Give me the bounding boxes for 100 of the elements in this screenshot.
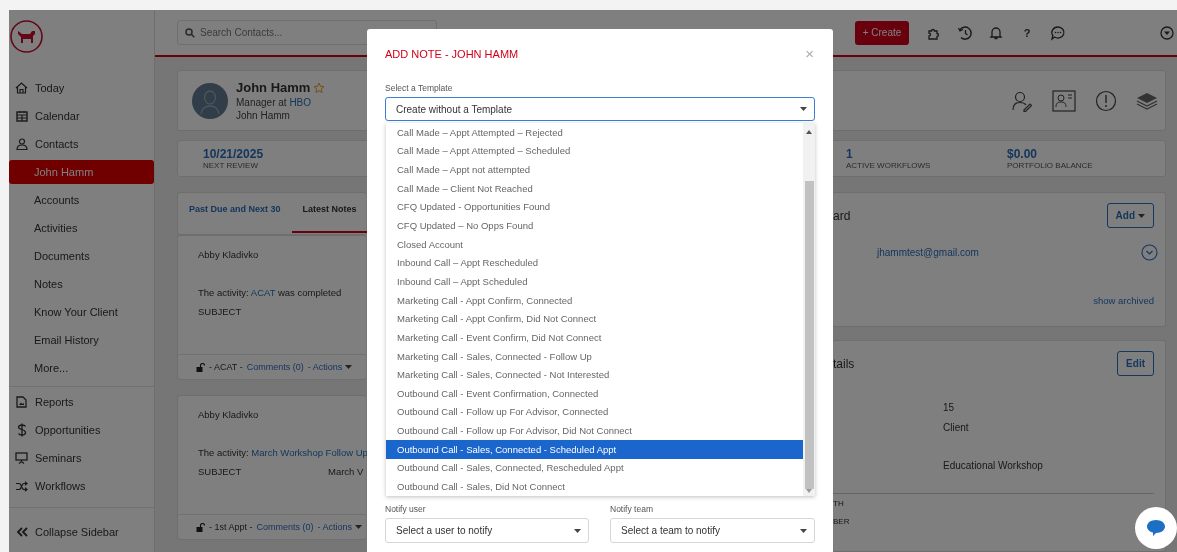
detail-value: Educational Workshop bbox=[943, 459, 1044, 473]
sidebar-item[interactable]: Opportunities bbox=[9, 416, 154, 444]
dropdown-option[interactable]: Marketing Call - Event Confirm, Did Not Connect bbox=[386, 328, 803, 347]
dropdown-option[interactable]: Call Made – Appt Attempted – Scheduled bbox=[386, 141, 803, 161]
close-button[interactable]: × bbox=[805, 47, 814, 61]
chat-icon[interactable] bbox=[1050, 24, 1066, 41]
sidebar-item[interactable]: Workflows bbox=[9, 472, 154, 500]
chevron-down-icon[interactable] bbox=[1141, 244, 1158, 261]
dropdown-option[interactable]: Marketing Call - Appt Confirm, Did Not Connect bbox=[386, 309, 803, 329]
email-link[interactable]: jhammtest@gmail.com bbox=[877, 247, 979, 258]
activity-link[interactable]: ACAT bbox=[250, 287, 276, 298]
caret-icon bbox=[345, 365, 353, 369]
sidebar-item[interactable]: Reports bbox=[9, 388, 154, 416]
sidebar-subitem[interactable]: Know Your Client bbox=[9, 300, 154, 324]
alert-icon[interactable] bbox=[1095, 89, 1117, 112]
dropdown-option[interactable]: Marketing Call - Sales, Connected - Follow Up bbox=[386, 346, 803, 366]
select-field[interactable]: Select a user to notify bbox=[385, 518, 589, 543]
sidebar-item[interactable]: Today bbox=[9, 74, 154, 102]
contact-name: John Hamm bbox=[236, 80, 311, 95]
comments-link[interactable]: Comments (0) bbox=[246, 362, 304, 372]
comments-link[interactable]: Comments (0) bbox=[256, 522, 314, 532]
sidebar-subitem[interactable]: Notes bbox=[9, 272, 154, 296]
sidebar-subitem[interactable]: More... bbox=[9, 356, 154, 380]
tab[interactable]: Past Due and Next 30 bbox=[178, 202, 292, 233]
dropdown-option[interactable]: Outbound Call - Sales, Connected - Scheduled Appt bbox=[386, 439, 803, 459]
star-icon[interactable] bbox=[313, 81, 326, 94]
speech-bubble-icon bbox=[1146, 519, 1166, 537]
card-title: tails bbox=[833, 356, 855, 371]
field-label: Notify team bbox=[610, 504, 654, 515]
dropdown-icon[interactable] bbox=[1160, 25, 1174, 40]
company-link[interactable]: HBO bbox=[289, 97, 312, 108]
activity-text: The activity: March Workshop Follow Up bbox=[198, 446, 366, 459]
create-button[interactable]: + Create bbox=[855, 20, 909, 45]
detail-value: 15 bbox=[943, 401, 956, 415]
note-author: Abby Kladivko bbox=[198, 248, 260, 261]
sidebar-item[interactable]: Calendar bbox=[9, 102, 154, 130]
contact-title: Manager at HBO bbox=[236, 97, 313, 108]
activity-link[interactable]: March Workshop Follow Up bbox=[251, 447, 368, 458]
dropdown-option[interactable]: Outbound Call - Event Confirmation, Connected bbox=[386, 383, 803, 403]
logo-icon[interactable] bbox=[10, 20, 43, 53]
subject-label: SUBJECT bbox=[198, 305, 243, 318]
note-tag: - 1st Appt - bbox=[209, 522, 253, 532]
dropdown-option[interactable]: Call Made – Client Not Reached bbox=[386, 178, 803, 198]
stat-label: ACTIVE WORKFLOWS bbox=[846, 160, 931, 171]
detail-value: Client bbox=[943, 421, 970, 435]
edit-button[interactable]: Edit bbox=[1117, 351, 1154, 376]
field-label: Notify user bbox=[385, 504, 427, 515]
sidebar-item[interactable]: Seminars bbox=[9, 444, 154, 472]
document-icon bbox=[16, 396, 27, 408]
select-field[interactable]: Select a team to notify bbox=[610, 518, 815, 543]
dropdown-option[interactable]: Outbound Call - Sales, Connected, Rescheduled Appt bbox=[386, 458, 803, 478]
sidebar-subitem[interactable]: Accounts bbox=[9, 188, 154, 212]
caret-icon bbox=[800, 107, 807, 111]
show-archived-link[interactable]: show archived bbox=[1093, 295, 1154, 306]
collapse-sidebar-button[interactable]: Collapse Sidebar bbox=[9, 518, 154, 546]
dropdown-option[interactable]: Call Made – Appt not attempted bbox=[386, 160, 803, 179]
stat-value: $0.00 bbox=[1007, 146, 1038, 161]
dropdown-option[interactable]: Marketing Call - Sales, Connected - Not Interested bbox=[386, 365, 803, 384]
note-author: Abby Kladivko bbox=[198, 408, 260, 421]
presentation-icon bbox=[15, 452, 28, 464]
contact-card-icon[interactable] bbox=[1052, 89, 1076, 112]
dropdown-option[interactable]: Call Made – Appt Attempted – Rejected bbox=[386, 123, 803, 142]
help-icon[interactable]: ? bbox=[1019, 26, 1035, 39]
sidebar-subitem[interactable]: Documents bbox=[9, 244, 154, 268]
actions-link[interactable]: - Actions bbox=[307, 362, 353, 372]
double-chevron-icon bbox=[15, 527, 28, 537]
caret-icon bbox=[800, 528, 807, 533]
bell-icon[interactable] bbox=[988, 24, 1004, 41]
layers-icon[interactable] bbox=[1136, 90, 1158, 111]
dropdown-option[interactable]: Closed Account bbox=[386, 234, 803, 254]
sidebar-subitem[interactable]: Activities bbox=[9, 216, 154, 240]
dropdown-option[interactable]: CFQ Updated – No Opps Found bbox=[386, 216, 803, 235]
shuffle-icon bbox=[15, 480, 28, 492]
dropdown-option[interactable]: Outbound Call - Follow up For Advisor, Did Not Connect bbox=[386, 421, 803, 440]
unlock-icon bbox=[196, 362, 205, 372]
sidebar-subitem[interactable]: Email History bbox=[9, 328, 154, 352]
dropdown-option[interactable]: Inbound Call – Appt Scheduled bbox=[386, 272, 803, 291]
dropdown-option[interactable]: Marketing Call - Appt Confirm, Connected bbox=[386, 290, 803, 310]
calendar-icon bbox=[15, 110, 28, 122]
dropdown-option[interactable]: Outbound Call - Sales, Did Not Connect bbox=[386, 477, 803, 496]
actions-link[interactable]: - Actions bbox=[317, 522, 363, 532]
dropdown-option[interactable]: Outbound Call - Follow up For Advisor, Connected bbox=[386, 402, 803, 422]
scrollbar[interactable] bbox=[803, 123, 815, 496]
card-title: ard bbox=[833, 208, 851, 223]
avatar-icon bbox=[192, 82, 228, 119]
sidebar-item[interactable]: Contacts bbox=[9, 130, 154, 158]
dropdown-option[interactable]: Inbound Call – Appt Rescheduled bbox=[386, 253, 803, 273]
stat-value: 1 bbox=[846, 146, 853, 161]
history-icon[interactable] bbox=[957, 24, 973, 41]
caret-icon bbox=[574, 528, 581, 533]
add-button[interactable]: Add bbox=[1106, 203, 1154, 228]
sidebar-subitem[interactable]: John Hamm bbox=[9, 160, 154, 184]
person-edit-icon[interactable] bbox=[1011, 89, 1033, 112]
person-icon bbox=[15, 138, 28, 150]
detail-label: BER bbox=[833, 516, 851, 528]
stat-label: PORTFOLIO BALANCE bbox=[1007, 160, 1093, 171]
template-select[interactable]: Create without a Template bbox=[385, 97, 815, 121]
contact-link[interactable]: John Hamm bbox=[236, 110, 326, 121]
dropdown-option[interactable]: CFQ Updated - Opportunities Found bbox=[386, 197, 803, 217]
modal-title: ADD NOTE - JOHN HAMM bbox=[385, 47, 519, 61]
